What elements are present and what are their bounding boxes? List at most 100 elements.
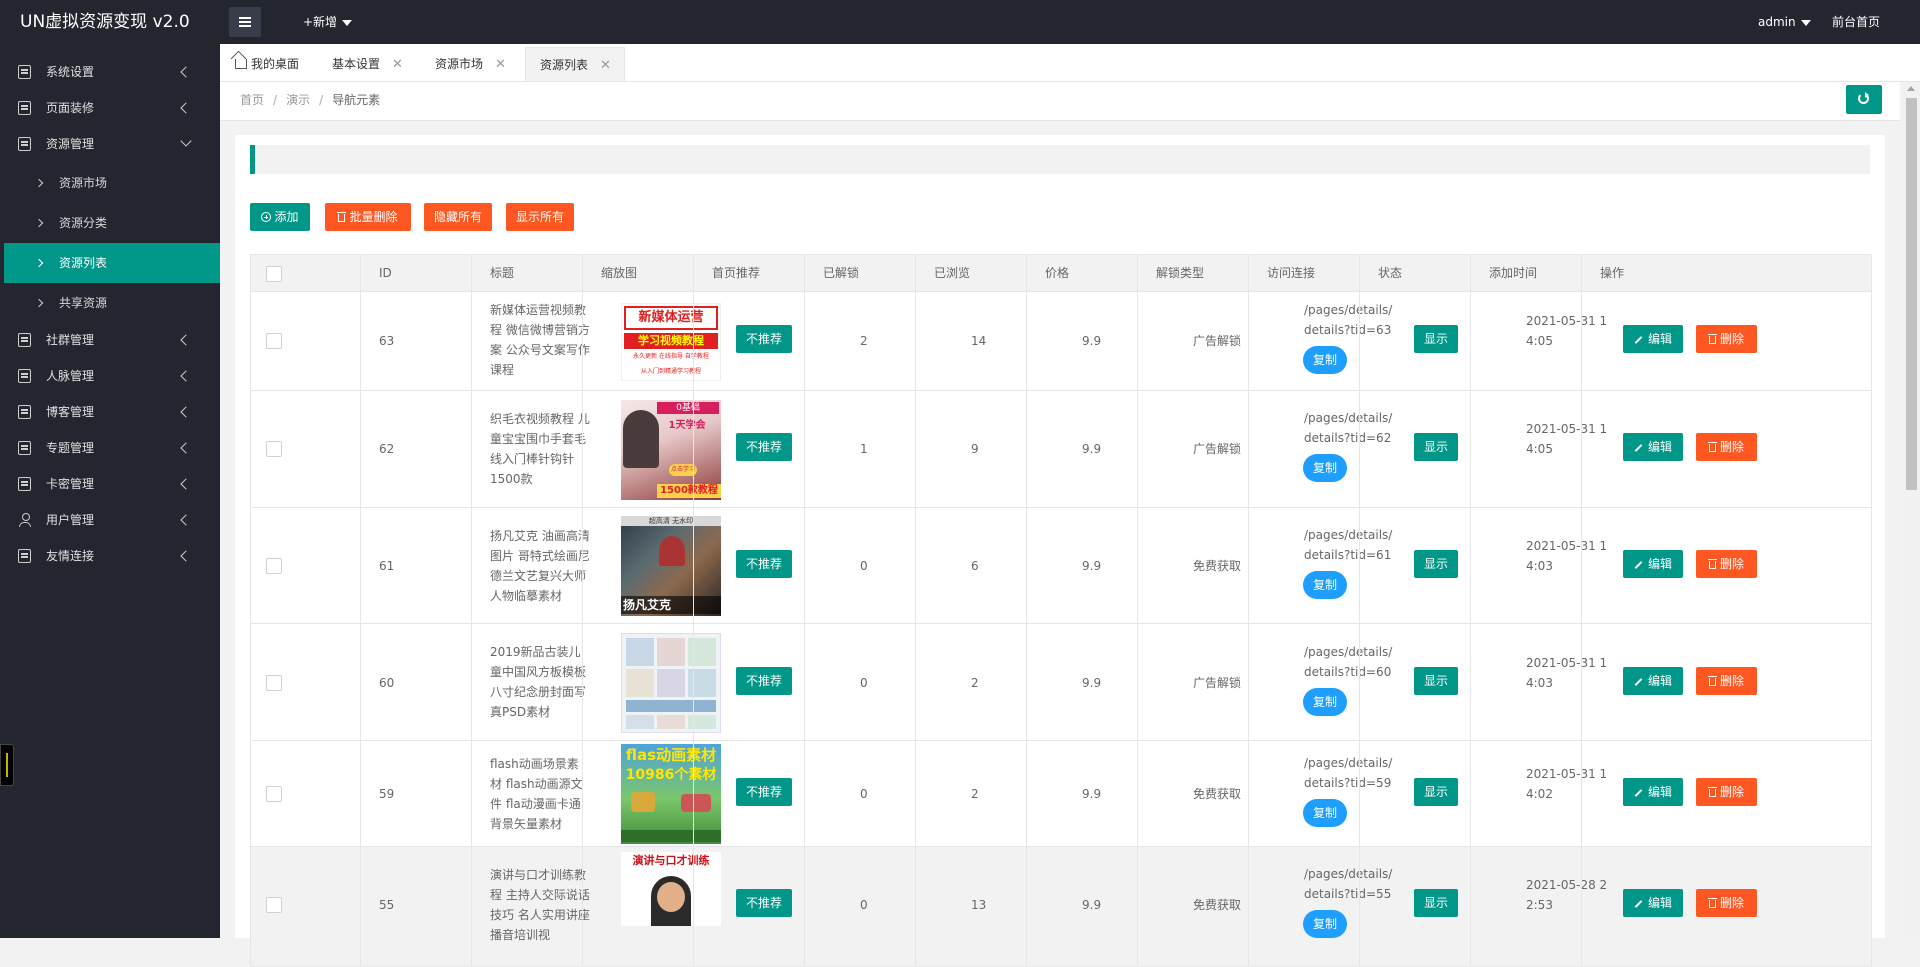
status-toggle-button[interactable]: 显示 [1414, 778, 1458, 806]
copy-link-button[interactable]: 复制 [1303, 688, 1347, 716]
delete-button[interactable]: 删除 [1696, 325, 1757, 353]
row-checkbox[interactable] [266, 558, 282, 574]
table-row: 60 2019新品古装儿童中国风方板模板 八寸纪念册封面写真PSD素材 不推荐 … [250, 624, 1872, 741]
sidebar-item-users[interactable]: 用户管理 [0, 502, 220, 538]
sidebar-item-links[interactable]: 友情连接 [0, 538, 220, 574]
cell-title: 织毛衣视频教程 儿童宝宝围巾手套毛线入门棒针钩针1500款 [490, 412, 590, 486]
breadcrumb-home[interactable]: 首页 [240, 93, 264, 107]
tab-desktop[interactable]: 我的桌面 [235, 47, 310, 81]
sidebar-drag-handle[interactable] [0, 744, 14, 786]
cell-type: 广告解锁 [1193, 442, 1242, 456]
copy-link-button[interactable]: 复制 [1303, 571, 1347, 599]
cell-time-1: 2021-05-31 1 [1526, 656, 1608, 670]
sidebar-subitem-category[interactable]: 资源分类 [0, 203, 220, 243]
sidebar-subitem-list[interactable]: 资源列表 [4, 243, 220, 283]
recommend-toggle-button[interactable]: 不推荐 [736, 667, 792, 695]
close-icon[interactable]: ✕ [600, 58, 611, 73]
sidebar-item-page-decor[interactable]: 页面装修 [0, 90, 220, 126]
cell-time-2: 4:03 [1526, 676, 1553, 690]
status-toggle-button[interactable]: 显示 [1414, 433, 1458, 461]
copy-link-button[interactable]: 复制 [1303, 910, 1347, 938]
edit-button[interactable]: 编辑 [1623, 778, 1683, 806]
user-menu[interactable]: admin [1758, 0, 1811, 44]
col-thumb: 缩放图 [601, 266, 638, 280]
sidebar-item-contacts[interactable]: 人脉管理 [0, 358, 220, 394]
show-all-button[interactable]: 显示所有 [506, 203, 574, 231]
sidebar-item-system[interactable]: 系统设置 [0, 54, 220, 90]
copy-link-button[interactable]: 复制 [1303, 346, 1347, 374]
close-icon[interactable]: ✕ [495, 57, 506, 72]
tab-resource-list[interactable]: 资源列表 ✕ [525, 47, 625, 81]
status-toggle-button[interactable]: 显示 [1414, 550, 1458, 578]
row-checkbox[interactable] [266, 441, 282, 457]
edit-button[interactable]: 编辑 [1623, 667, 1683, 695]
status-toggle-button[interactable]: 显示 [1414, 325, 1458, 353]
sidebar-subitem-shared[interactable]: 共享资源 [0, 283, 220, 323]
sidebar-item-topics[interactable]: 专题管理 [0, 430, 220, 466]
chevron-left-icon [180, 406, 192, 418]
cell-time-1: 2021-05-31 1 [1526, 422, 1608, 436]
tab-basic-settings[interactable]: 基本设置 ✕ [332, 47, 417, 81]
sidebar-item-blog[interactable]: 博客管理 [0, 394, 220, 430]
cell-price: 9.9 [1082, 559, 1102, 573]
hide-all-button[interactable]: 隐藏所有 [424, 203, 492, 231]
cell-time-2: 2:53 [1526, 898, 1553, 912]
sidebar-item-resources[interactable]: 资源管理 [0, 126, 220, 162]
row-checkbox[interactable] [266, 897, 282, 913]
recommend-toggle-button[interactable]: 不推荐 [736, 889, 792, 917]
edit-button[interactable]: 编辑 [1623, 325, 1683, 353]
col-recommend: 首页推荐 [712, 266, 761, 280]
edit-button[interactable]: 编辑 [1623, 889, 1683, 917]
sidebar-item-cards[interactable]: 卡密管理 [0, 466, 220, 502]
delete-button[interactable]: 删除 [1696, 778, 1757, 806]
chevron-left-icon [180, 370, 192, 382]
cell-id: 60 [379, 676, 395, 690]
cell-title: 2019新品古装儿童中国风方板模板 八寸纪念册封面写真PSD素材 [490, 645, 587, 719]
new-menu-button[interactable]: +新增 [303, 0, 353, 44]
delete-button[interactable]: 删除 [1696, 550, 1757, 578]
sidebar-subitem-market[interactable]: 资源市场 [0, 163, 220, 203]
recommend-toggle-button[interactable]: 不推荐 [736, 778, 792, 806]
row-checkbox[interactable] [266, 333, 282, 349]
copy-link-button[interactable]: 复制 [1303, 799, 1347, 827]
row-checkbox[interactable] [266, 675, 282, 691]
cell-link-1: /pages/details/ [1304, 645, 1393, 659]
recommend-toggle-button[interactable]: 不推荐 [736, 433, 792, 461]
delete-button[interactable]: 删除 [1696, 667, 1757, 695]
pencil-icon [1634, 336, 1643, 344]
chevron-left-icon [180, 442, 192, 454]
tab-resource-market[interactable]: 资源市场 ✕ [435, 47, 525, 81]
row-checkbox[interactable] [266, 786, 282, 802]
cell-unlocked: 1 [860, 442, 868, 456]
delete-button[interactable]: 删除 [1696, 889, 1757, 917]
close-icon[interactable]: ✕ [392, 57, 403, 72]
cell-title: 扬凡艾克 油画高清图片 哥特式绘画尼德兰文艺复兴大师人物临摹素材 [490, 529, 590, 603]
scroll-up-icon[interactable] [1907, 86, 1915, 91]
breadcrumb-demo[interactable]: 演示 [286, 93, 310, 107]
refresh-button[interactable] [1846, 85, 1882, 114]
recommend-toggle-button[interactable]: 不推荐 [736, 550, 792, 578]
menu-toggle-button[interactable] [229, 7, 261, 37]
cell-link-2: details?tid=60 [1304, 665, 1392, 679]
front-page-link[interactable]: 前台首页 [1832, 0, 1880, 44]
scrollbar-thumb[interactable] [1906, 98, 1917, 490]
sidebar-item-community[interactable]: 社群管理 [0, 322, 220, 358]
select-all-checkbox[interactable] [266, 266, 282, 282]
col-id: ID [379, 266, 392, 280]
col-link: 访问连接 [1267, 266, 1316, 280]
thumbnail-image [621, 633, 721, 733]
top-bar: UN虚拟资源变现 v2.0 +新增 admin 前台首页 [0, 0, 1920, 44]
copy-link-button[interactable]: 复制 [1303, 454, 1347, 482]
status-toggle-button[interactable]: 显示 [1414, 667, 1458, 695]
col-unlocked: 已解锁 [823, 266, 860, 280]
delete-button[interactable]: 删除 [1696, 433, 1757, 461]
batch-delete-button[interactable]: 批量删除 [325, 203, 411, 231]
edit-button[interactable]: 编辑 [1623, 433, 1683, 461]
breadcrumb: 首页 / 演示 / 导航元素 [240, 93, 381, 107]
table-row: 55 演讲与口才训练教程 主持人交际说话技巧 名人实用讲座播音培训视 演讲与口才… [250, 847, 1872, 967]
add-button[interactable]: 添加 [250, 203, 310, 231]
edit-button[interactable]: 编辑 [1623, 550, 1683, 578]
status-toggle-button[interactable]: 显示 [1414, 889, 1458, 917]
recommend-toggle-button[interactable]: 不推荐 [736, 325, 792, 353]
cell-id: 63 [379, 334, 395, 348]
